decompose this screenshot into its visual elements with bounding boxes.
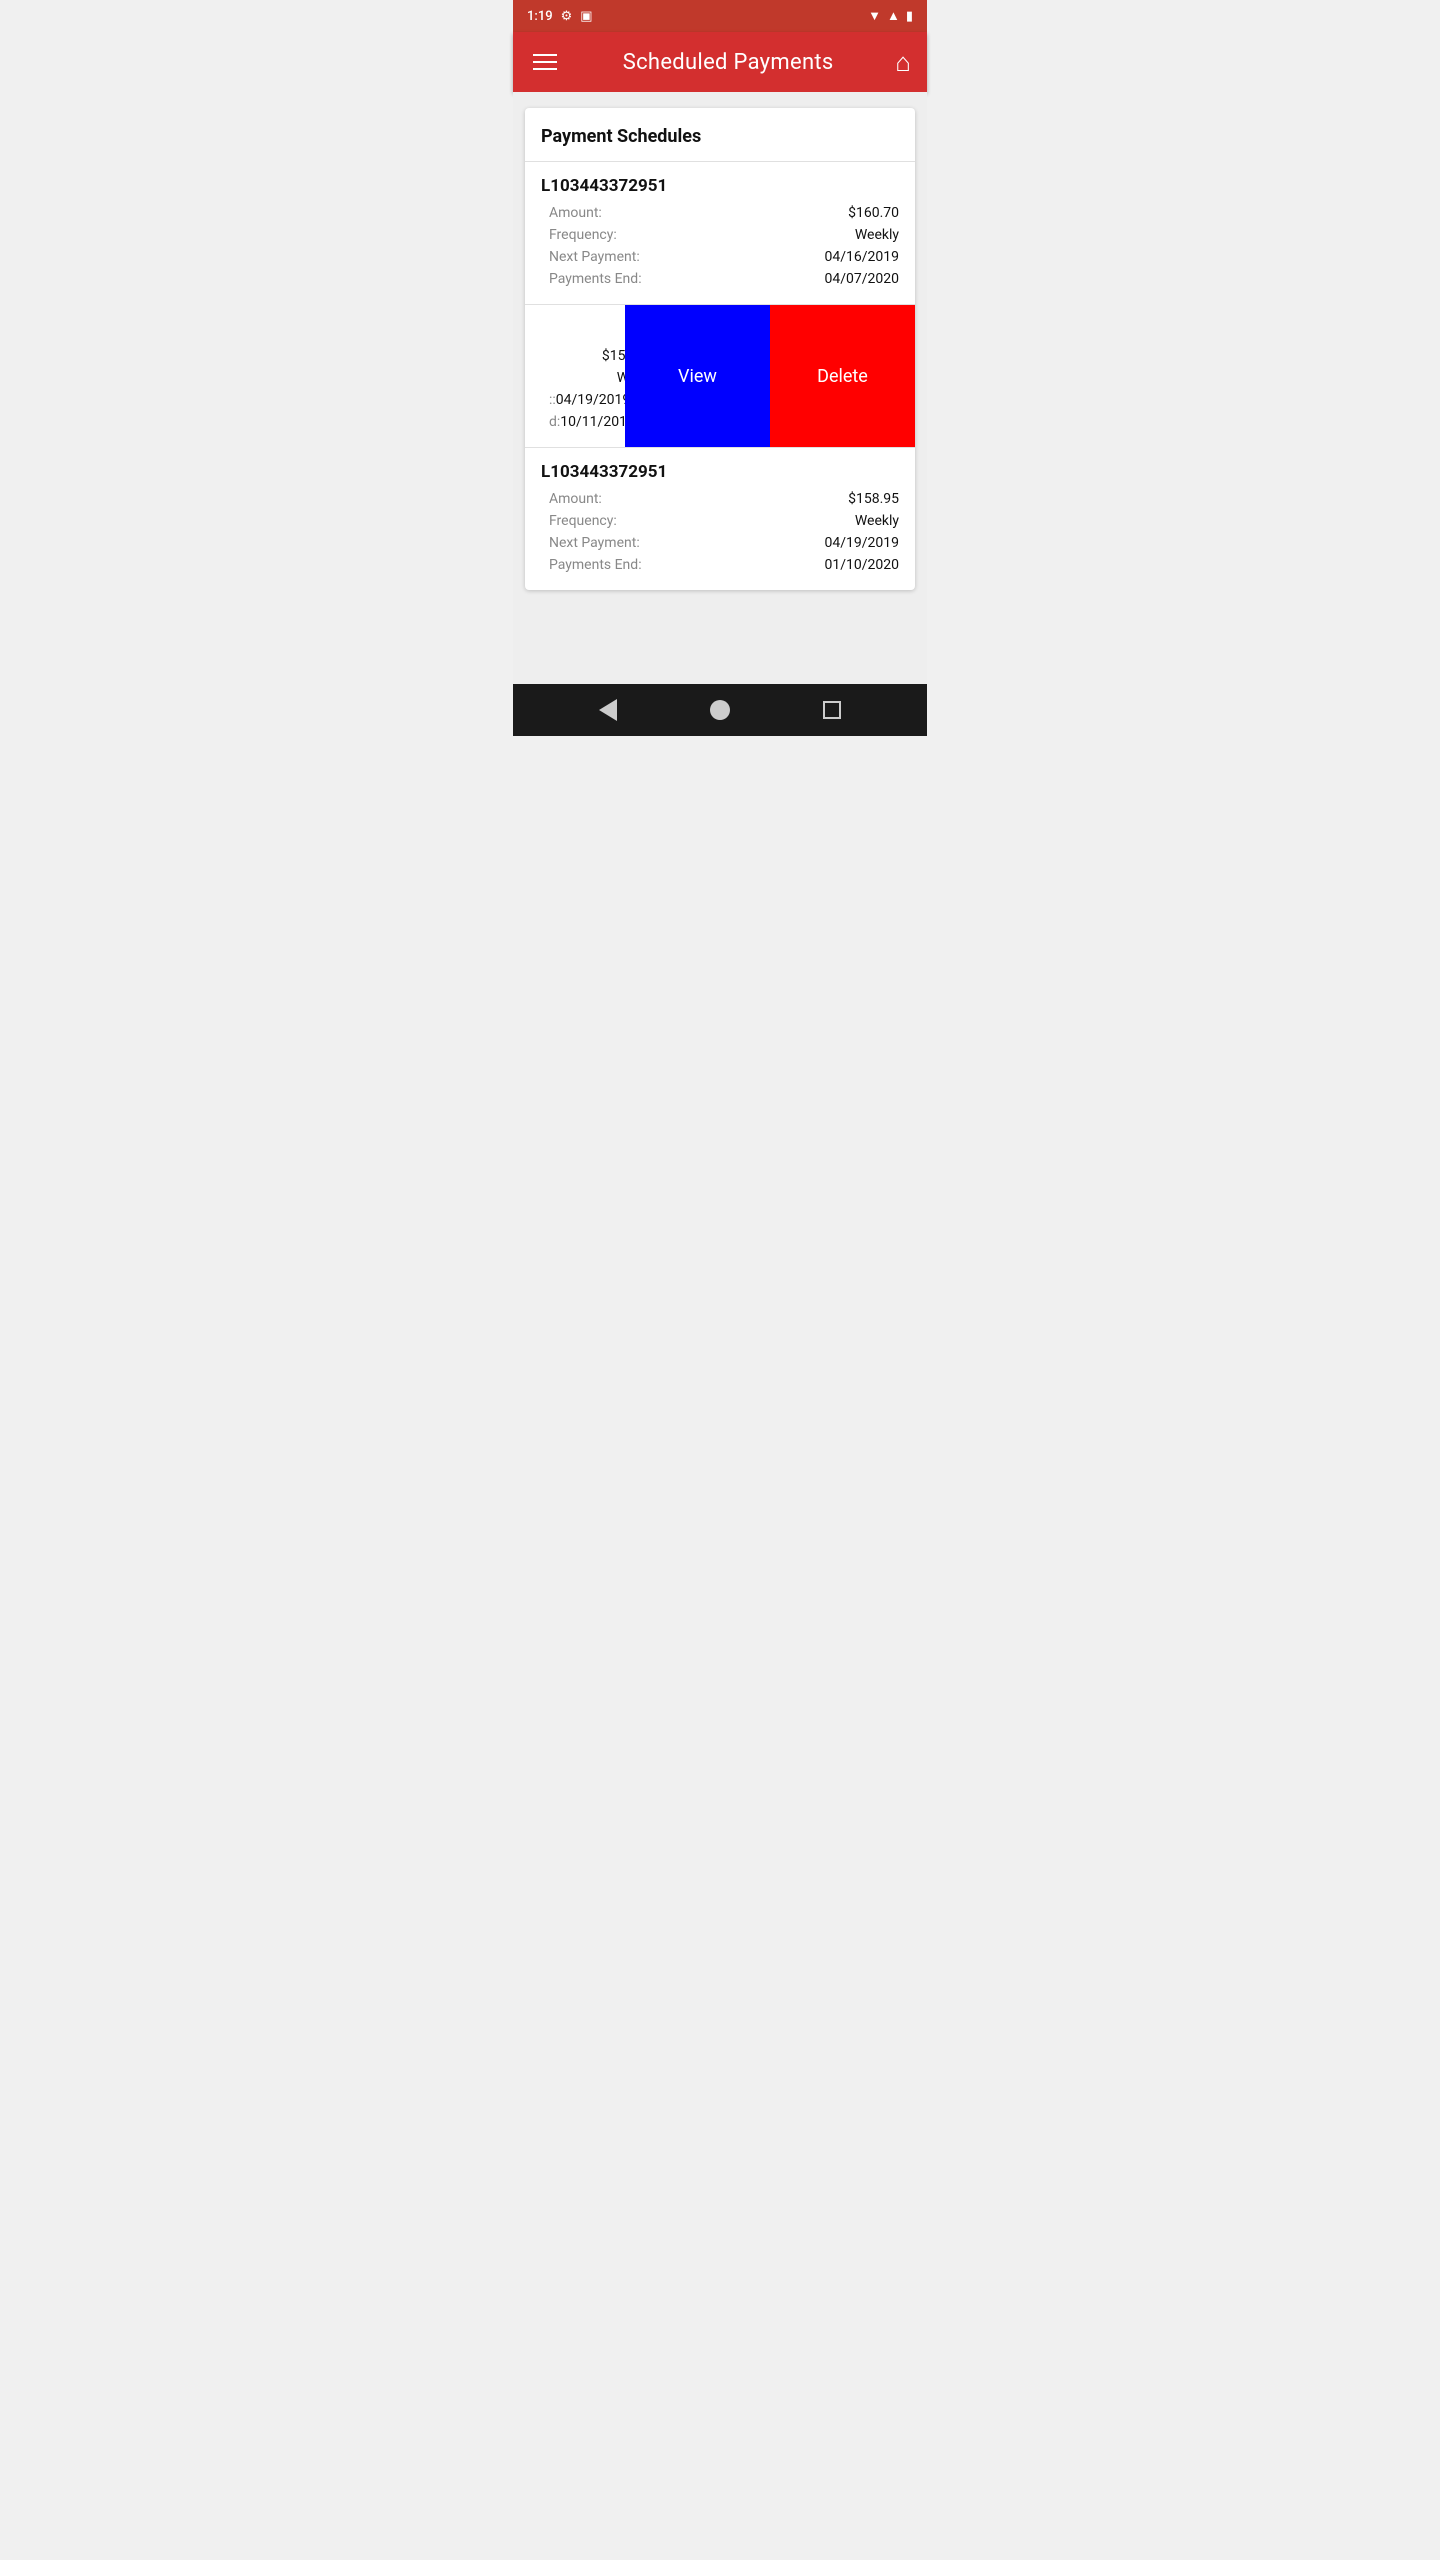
payments-end-row: Payments End: 04/07/2020: [541, 268, 899, 290]
payment-item-swiped: Amount: $158.95 Frequency: Weekly :: 04/…: [525, 305, 915, 448]
payment-item-content: L103443372951 Amount: $160.70 Frequency:…: [525, 162, 915, 304]
view-button[interactable]: View: [625, 305, 770, 447]
frequency-value: Weekly: [855, 227, 899, 243]
payment-item-3: L103443372951 Amount: $158.95 Frequency:…: [525, 448, 915, 590]
payments-end-value: 04/07/2020: [825, 271, 900, 287]
card-title: Payment Schedules: [541, 126, 701, 147]
frequency-row-2: Frequency: Weekly: [541, 367, 615, 389]
next-payment-row: Next Payment: 04/16/2019: [541, 246, 899, 268]
amount-row-2: Amount: $158.95: [541, 345, 615, 367]
delete-button[interactable]: Delete: [770, 305, 915, 447]
battery-icon: ▮: [906, 9, 913, 24]
signal-icon: ▲: [887, 8, 900, 24]
bottom-nav: [513, 684, 927, 736]
amount-value: $160.70: [848, 205, 899, 221]
payments-end-row-3: Payments End: 01/10/2020: [541, 554, 899, 576]
amount-row: Amount: $160.70: [541, 202, 899, 224]
menu-button[interactable]: [529, 50, 561, 74]
recent-button[interactable]: [803, 693, 861, 727]
payment-item-content-3: L103443372951 Amount: $158.95 Frequency:…: [525, 448, 915, 590]
status-bar-right: ▼ ▲ ▮: [868, 8, 913, 24]
app-bar: Scheduled Payments ⌂: [513, 32, 927, 92]
page-title: Scheduled Payments: [623, 50, 834, 75]
time-display: 1:19: [527, 9, 553, 24]
amount-value-3: $158.95: [848, 491, 899, 507]
sim-icon: ▣: [580, 9, 592, 24]
card-header: Payment Schedules: [525, 108, 915, 162]
wifi-icon: ▼: [868, 8, 881, 24]
home-nav-icon: [710, 700, 730, 720]
swipe-actions: View Delete: [625, 305, 915, 447]
payments-end-value-2: 10/11/2019: [560, 414, 635, 430]
status-bar: 1:19 ⚙ ▣ ▼ ▲ ▮: [513, 0, 927, 32]
loan-id: L103443372951: [541, 176, 899, 196]
next-payment-value-3: 04/19/2019: [825, 535, 900, 551]
status-bar-left: 1:19 ⚙ ▣: [527, 9, 593, 24]
gear-icon: ⚙: [561, 9, 573, 24]
amount-label: Amount:: [541, 205, 602, 221]
back-button[interactable]: [579, 691, 637, 729]
payments-end-label-3: Payments End:: [541, 557, 642, 573]
next-payment-row-2: :: 04/19/2019: [541, 389, 615, 411]
next-payment-value: 04/16/2019: [825, 249, 900, 265]
frequency-row: Frequency: Weekly: [541, 224, 899, 246]
next-payment-label-3: Next Payment:: [541, 535, 640, 551]
recent-icon: [823, 701, 841, 719]
next-payment-label-2: ::: [541, 392, 556, 408]
amount-label-3: Amount:: [541, 491, 602, 507]
frequency-value-3: Weekly: [855, 513, 899, 529]
home-icon[interactable]: ⌂: [895, 47, 911, 78]
main-content: Payment Schedules L103443372951 Amount: …: [513, 92, 927, 684]
next-payment-row-3: Next Payment: 04/19/2019: [541, 532, 899, 554]
back-icon: [599, 699, 617, 721]
amount-row-3: Amount: $158.95: [541, 488, 899, 510]
payments-end-row-2: d: 10/11/2019: [541, 411, 615, 433]
payment-schedules-card: Payment Schedules L103443372951 Amount: …: [525, 108, 915, 590]
frequency-row-3: Frequency: Weekly: [541, 510, 899, 532]
frequency-label: Frequency:: [541, 227, 617, 243]
payment-item: L103443372951 Amount: $160.70 Frequency:…: [525, 162, 915, 305]
home-nav-button[interactable]: [690, 692, 750, 728]
next-payment-value-2: 04/19/2019: [556, 392, 631, 408]
payments-end-label-2: d:: [541, 414, 560, 430]
next-payment-label: Next Payment:: [541, 249, 640, 265]
loan-id-3: L103443372951: [541, 462, 899, 482]
frequency-label-3: Frequency:: [541, 513, 617, 529]
payments-end-value-3: 01/10/2020: [825, 557, 900, 573]
loan-id-2: [541, 319, 615, 339]
payments-end-label: Payments End:: [541, 271, 642, 287]
